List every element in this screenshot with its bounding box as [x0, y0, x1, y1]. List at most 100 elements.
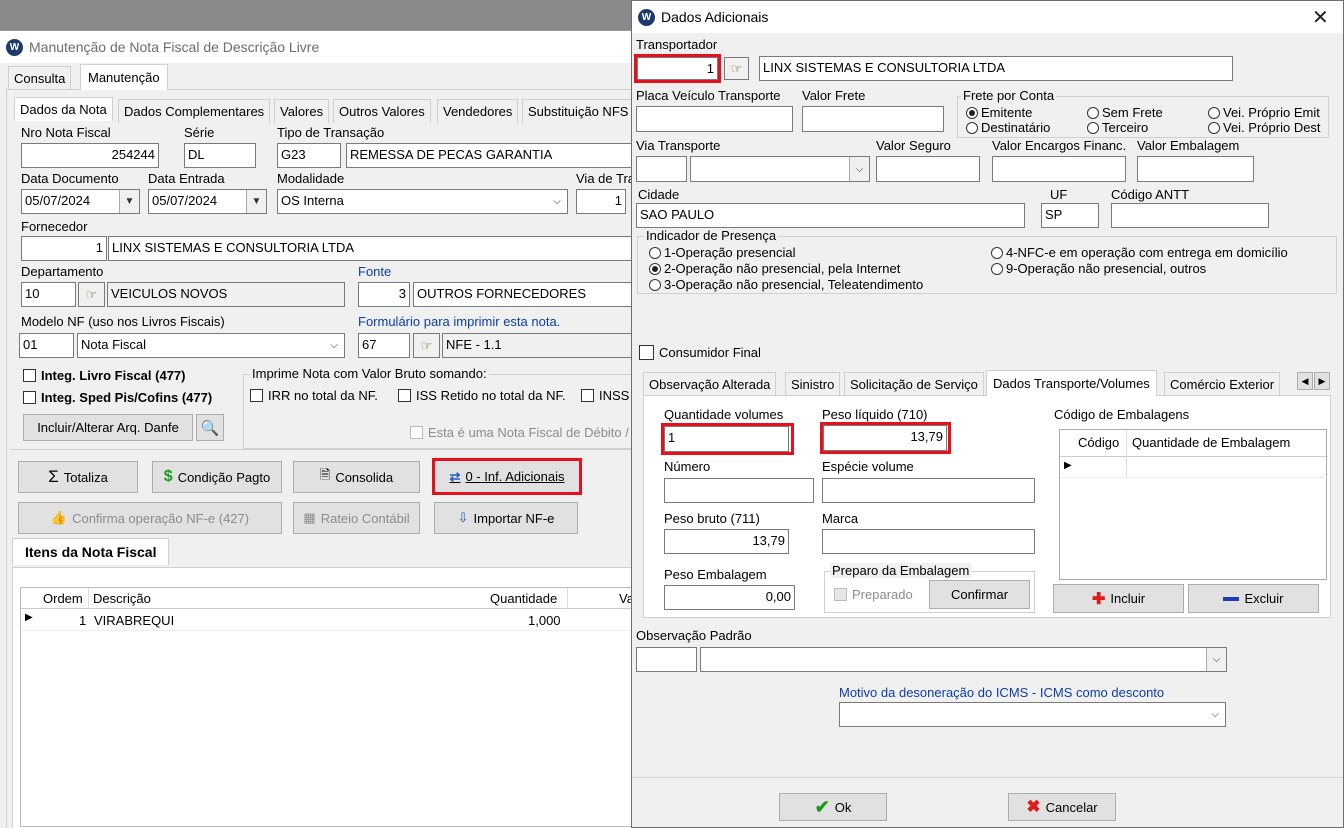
chevron-down-icon[interactable]: ▼	[119, 190, 139, 213]
chevron-down-icon[interactable]: ⌵	[849, 157, 869, 181]
modelo-select[interactable]: Nota Fiscal ⌵	[77, 333, 345, 358]
chevron-down-icon[interactable]: ⌵	[324, 334, 344, 357]
tab-dados-transporte[interactable]: Dados Transporte/Volumes	[986, 370, 1157, 396]
formulario-label[interactable]: Formulário para imprimir esta nota.	[358, 314, 560, 329]
formulario-code-field[interactable]: 67	[358, 333, 410, 358]
chevron-down-icon[interactable]: ⌵	[547, 190, 567, 213]
radio-dot[interactable]	[649, 278, 661, 291]
chevron-down-icon[interactable]: ⌵	[1205, 703, 1225, 726]
checkbox-box[interactable]	[250, 389, 263, 402]
via-field[interactable]: 1	[576, 189, 626, 214]
danfe-button[interactable]: Incluir/Alterar Arq. Danfe	[23, 414, 193, 441]
fornecedor-code-field[interactable]: 1	[21, 236, 107, 261]
frete-emitente-radio[interactable]: Emitente	[966, 105, 1032, 120]
radio-dot[interactable]	[966, 106, 978, 119]
presenca-1-radio[interactable]: 1-Operação presencial	[649, 245, 796, 260]
modelo-code-field[interactable]: 01	[19, 333, 74, 358]
peso-emb-field[interactable]: 0,00	[664, 585, 795, 610]
tab-scroll-left-button[interactable]: ◀	[1297, 372, 1313, 390]
close-icon[interactable]: ✕	[1312, 5, 1329, 30]
tab-outros-valores[interactable]: Outros Valores	[333, 99, 431, 123]
transportador-code-field[interactable]: 1	[637, 57, 718, 80]
radio-dot[interactable]	[649, 246, 661, 259]
data-doc-picker[interactable]: 05/07/2024 ▼	[21, 189, 140, 214]
integ-sped-checkbox[interactable]: Integ. Sped Pis/Cofins (477)	[23, 390, 212, 405]
valor-frete-field[interactable]	[802, 106, 944, 132]
checkbox-box[interactable]	[23, 391, 36, 404]
tab-dados-nota[interactable]: Dados da Nota	[14, 97, 113, 121]
marca-field[interactable]	[822, 529, 1035, 554]
presenca-4-radio[interactable]: 4-NFC-e em operação com entrega em domic…	[991, 245, 1288, 260]
nro-field[interactable]: 254244	[21, 143, 159, 168]
tab-obs-alterada[interactable]: Observação Alterada	[643, 372, 777, 396]
excluir-button[interactable]: Excluir	[1188, 584, 1319, 613]
fornecedor-name-field[interactable]: LINX SISTEMAS E CONSULTORIA LTDA	[108, 236, 636, 261]
tipo-code-field[interactable]: G23	[277, 143, 341, 168]
encargos-field[interactable]	[992, 156, 1126, 182]
frete-vei-dest-radio[interactable]: Vei. Próprio Dest	[1208, 120, 1321, 135]
departamento-code-field[interactable]: 10	[21, 282, 76, 307]
tab-manutencao[interactable]: Manutenção	[80, 64, 168, 90]
inf-adicionais-button[interactable]: ⇄ 0 - Inf. Adicionais	[434, 460, 580, 493]
frete-destinatario-radio[interactable]: Destinatário	[966, 120, 1050, 135]
serie-field[interactable]: DL	[184, 143, 256, 168]
tab-comercio-exterior[interactable]: Comércio Exterior	[1164, 372, 1281, 396]
presenca-2-radio[interactable]: 2-Operação não presencial, pela Internet	[649, 261, 900, 276]
motivo-select[interactable]: ⌵	[839, 702, 1226, 727]
fonte-label[interactable]: Fonte	[358, 264, 391, 279]
checkbox-box[interactable]	[639, 345, 654, 360]
radio-dot[interactable]	[991, 246, 1003, 259]
data-ent-picker[interactable]: 05/07/2024 ▼	[148, 189, 267, 214]
chevron-down-icon[interactable]: ▼	[246, 190, 266, 213]
frete-terceiro-radio[interactable]: Terceiro	[1087, 120, 1148, 135]
radio-dot[interactable]	[1087, 106, 1099, 119]
tab-vendedores[interactable]: Vendedores	[437, 99, 519, 123]
fonte-code-field[interactable]: 3	[358, 282, 410, 307]
radio-dot[interactable]	[991, 262, 1003, 275]
cidade-field[interactable]: SAO PAULO	[636, 203, 1025, 228]
tab-substituicao[interactable]: Substituição NFS	[522, 99, 635, 123]
radio-dot[interactable]	[649, 262, 661, 275]
incluir-button[interactable]: ✚ Incluir	[1053, 584, 1184, 613]
integ-livro-checkbox[interactable]: Integ. Livro Fiscal (477)	[23, 368, 186, 383]
numero-field[interactable]	[664, 478, 814, 503]
valor-seguro-field[interactable]	[876, 156, 980, 182]
modalidade-select[interactable]: OS Interna ⌵	[277, 189, 568, 214]
ok-button[interactable]: ✔ Ok	[779, 793, 887, 821]
presenca-9-radio[interactable]: 9-Operação não presencial, outros	[991, 261, 1206, 276]
obs-padrao-code-field[interactable]	[636, 647, 697, 672]
checkbox-box[interactable]	[410, 426, 423, 439]
transportador-name-field[interactable]: LINX SISTEMAS E CONSULTORIA LTDA	[759, 56, 1233, 81]
especie-field[interactable]	[822, 478, 1035, 503]
peso-liquido-field[interactable]: 13,79	[823, 425, 947, 451]
formulario-lookup-button[interactable]: ☞	[413, 333, 440, 358]
via-transporte-code-field[interactable]	[636, 156, 687, 182]
tab-consulta[interactable]: Consulta	[8, 66, 72, 90]
confirmar-button[interactable]: Confirmar	[929, 580, 1030, 609]
valor-embalagem-field[interactable]	[1137, 156, 1254, 182]
inss-checkbox[interactable]: INSS	[581, 388, 629, 403]
cancelar-button[interactable]: ✖ Cancelar	[1008, 793, 1116, 821]
obs-padrao-select[interactable]: ⌵	[700, 647, 1227, 672]
consumidor-final-checkbox[interactable]: Consumidor Final	[639, 345, 761, 360]
peso-bruto-field[interactable]: 13,79	[664, 529, 789, 554]
checkbox-box[interactable]	[581, 389, 594, 402]
frete-sem-frete-radio[interactable]: Sem Frete	[1087, 105, 1163, 120]
frete-vei-emit-radio[interactable]: Vei. Próprio Emit	[1208, 105, 1320, 120]
antt-field[interactable]	[1111, 203, 1269, 228]
radio-dot[interactable]	[1208, 106, 1220, 119]
radio-dot[interactable]	[966, 121, 978, 134]
consolida-button[interactable]: 🗎 Consolida	[293, 461, 420, 493]
uf-field[interactable]: SP	[1041, 203, 1099, 228]
tab-sinistro[interactable]: Sinistro	[785, 372, 841, 396]
tipo-desc-field[interactable]: REMESSA DE PECAS GARANTIA	[346, 143, 636, 168]
departamento-lookup-button[interactable]: ☞	[78, 282, 105, 307]
table-row[interactable]: ▶ 1 VIRABREQUI 1,000	[21, 609, 641, 631]
irr-checkbox[interactable]: IRR no total da NF.	[250, 388, 378, 403]
chevron-down-icon[interactable]: ⌵	[1206, 648, 1226, 671]
tab-itens[interactable]: Itens da Nota Fiscal	[12, 538, 170, 565]
qtd-volumes-field[interactable]: 1	[664, 426, 789, 452]
totaliza-button[interactable]: Σ Totaliza	[18, 461, 138, 493]
placa-field[interactable]	[636, 106, 793, 132]
via-transporte-select[interactable]: ⌵	[690, 156, 870, 182]
